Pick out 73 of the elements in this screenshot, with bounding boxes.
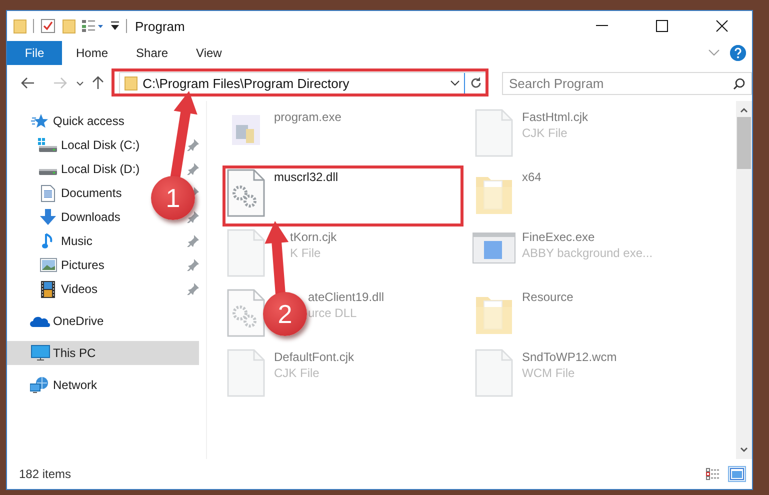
minimize-icon xyxy=(596,25,608,27)
monitor-icon xyxy=(30,345,50,361)
file-name[interactable]: ateClient19.dll xyxy=(308,289,384,305)
nav-item[interactable]: Music xyxy=(37,229,96,253)
properties-icon[interactable] xyxy=(40,18,56,34)
file-type: K File xyxy=(290,245,322,261)
back-arrow-icon xyxy=(20,77,35,89)
picture-icon xyxy=(40,258,56,272)
file-name[interactable]: muscrl32.dll xyxy=(274,169,338,185)
view-options-icon[interactable] xyxy=(82,19,104,33)
film-icon xyxy=(41,280,55,298)
step-badge: 1 xyxy=(151,176,195,220)
search-field[interactable]: Search Program xyxy=(502,72,752,94)
dropdown-icon[interactable] xyxy=(450,80,460,86)
ribbon-tab[interactable]: View xyxy=(182,41,236,65)
nav-item[interactable]: Downloads xyxy=(37,205,124,229)
up-arrow-icon xyxy=(92,76,104,90)
nav-item[interactable]: Videos xyxy=(37,277,102,301)
file-type: urce DLL xyxy=(308,305,358,321)
ribbon-tab[interactable]: Share xyxy=(122,41,182,65)
drive-icon xyxy=(39,169,57,175)
file-name[interactable]: Resource xyxy=(522,289,574,305)
maximize-icon xyxy=(656,20,668,32)
file-name[interactable]: program.exe xyxy=(274,109,342,125)
document-icon xyxy=(41,184,55,202)
cloud-icon xyxy=(30,315,50,327)
dll-file-icon[interactable] xyxy=(226,169,266,217)
folder-icon[interactable] xyxy=(13,18,27,34)
address-path: C:\Program Files\Program Directory xyxy=(142,76,350,90)
close-icon xyxy=(716,20,728,32)
nav-item[interactable]: OneDrive xyxy=(29,309,108,333)
file-name[interactable]: FineExec.exe xyxy=(522,229,653,245)
item-count: 182 items xyxy=(19,467,72,481)
file-type: CJK File xyxy=(274,365,320,381)
large-icons-view-button[interactable] xyxy=(728,466,746,482)
nav-item[interactable]: Local Disk (D:) xyxy=(37,157,144,181)
nav-item[interactable]: Pictures xyxy=(37,253,108,277)
file-type: WCM File xyxy=(522,365,576,381)
star-icon xyxy=(31,113,49,129)
expand-ribbon-icon[interactable] xyxy=(708,49,720,57)
dll-file-icon[interactable] xyxy=(226,289,266,337)
file-type: CJK File xyxy=(522,125,568,141)
ribbon-tab[interactable]: Home xyxy=(62,41,122,65)
nav-item[interactable]: Network xyxy=(29,373,102,397)
download-icon xyxy=(40,209,56,225)
folder-icon xyxy=(124,75,138,91)
help-icon[interactable] xyxy=(730,45,746,61)
music-note-icon xyxy=(42,233,54,249)
refresh-icon[interactable] xyxy=(470,77,482,89)
nav-item[interactable]: Documents xyxy=(37,181,126,205)
search-icon[interactable] xyxy=(733,78,746,90)
file-name[interactable]: x64 xyxy=(522,169,542,185)
file-type: ABBY background exe... xyxy=(522,245,653,261)
details-view-button[interactable] xyxy=(704,466,722,482)
file-name[interactable]: DefaultFont.cjk xyxy=(274,349,354,365)
drive-icon xyxy=(38,138,58,152)
dropdown-icon[interactable] xyxy=(110,20,120,32)
forward-arrow-icon xyxy=(52,77,67,89)
address-bar[interactable]: C:\Program Files\Program Directory xyxy=(118,72,488,94)
scrollbar-thumb[interactable] xyxy=(737,117,751,169)
file-menu-button[interactable]: File xyxy=(7,41,62,65)
step-badge: 2 xyxy=(263,292,307,336)
nav-item[interactable]: This PC xyxy=(7,341,199,365)
file-name[interactable]: SndToWP12.wcm xyxy=(522,349,617,365)
window-title: Program xyxy=(135,18,185,34)
nav-item[interactable]: Local Disk (C:) xyxy=(37,133,144,157)
scrollbar[interactable] xyxy=(736,101,752,459)
file-name[interactable]: tKorn.cjk xyxy=(290,229,337,245)
file-name[interactable]: FastHtml.cjk xyxy=(522,109,588,125)
new-folder-icon[interactable] xyxy=(62,18,76,34)
chevron-down-icon xyxy=(76,80,84,86)
network-icon xyxy=(30,377,50,393)
nav-item[interactable]: Quick access xyxy=(29,109,128,133)
